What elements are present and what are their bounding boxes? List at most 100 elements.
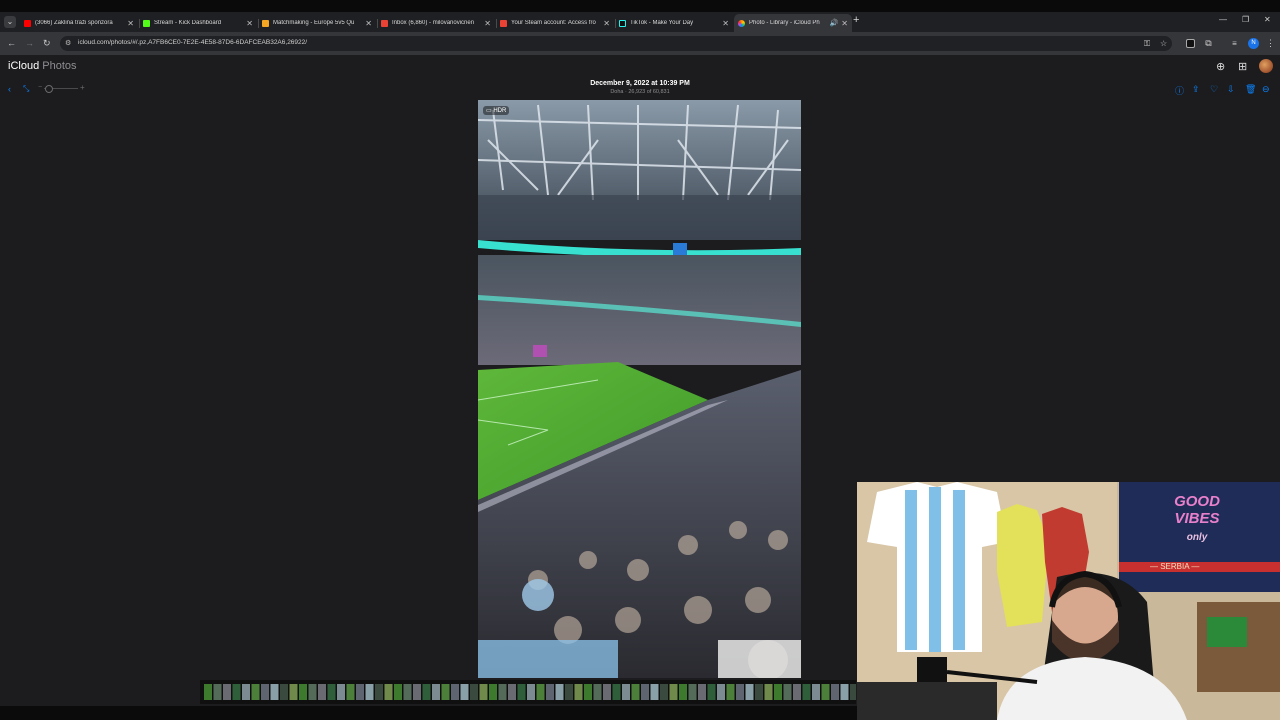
filmstrip-thumbnail[interactable] — [413, 684, 421, 700]
close-tab-icon[interactable]: ✕ — [365, 19, 372, 28]
info-icon[interactable]: ⓘ — [1175, 84, 1184, 97]
filmstrip-thumbnail[interactable] — [517, 684, 526, 700]
filmstrip-thumbnail[interactable] — [736, 684, 744, 700]
tab-faceit[interactable]: Matchmaking - Europe 5v5 Qu ✕ — [258, 14, 376, 32]
photo-viewer-image[interactable] — [478, 100, 801, 678]
filmstrip-thumbnail[interactable] — [536, 684, 545, 700]
filmstrip-thumbnail[interactable] — [384, 684, 393, 700]
filmstrip-thumbnail[interactable] — [375, 684, 383, 700]
filmstrip-thumbnail[interactable] — [812, 684, 820, 700]
bookmark-star-icon[interactable]: ☆ — [1160, 39, 1167, 48]
filmstrip-thumbnail[interactable] — [764, 684, 773, 700]
filmstrip-thumbnail[interactable] — [460, 684, 469, 700]
filmstrip-thumbnail[interactable] — [451, 684, 459, 700]
filmstrip-thumbnail[interactable] — [498, 684, 507, 700]
filmstrip-thumbnail[interactable] — [527, 684, 535, 700]
filmstrip-thumbnail[interactable] — [565, 684, 573, 700]
filmstrip-thumbnail[interactable] — [261, 684, 269, 700]
filmstrip-thumbnail[interactable] — [204, 684, 212, 700]
close-tab-icon[interactable]: ✕ — [127, 19, 134, 28]
filmstrip-thumbnail[interactable] — [403, 684, 412, 700]
download-icon[interactable]: ⇩ — [1227, 84, 1235, 95]
filmstrip-thumbnail[interactable] — [441, 684, 450, 700]
filmstrip-thumbnail[interactable] — [251, 684, 260, 700]
filmstrip-thumbnail[interactable] — [793, 684, 801, 700]
url-field[interactable]: ⚙ icloud.com/photos/#/.pz,A7FB6CE0-7E2E-… — [60, 36, 1172, 51]
filmstrip-thumbnail[interactable] — [612, 684, 621, 700]
filmstrip-thumbnail[interactable] — [622, 684, 630, 700]
forward-icon[interactable]: → — [25, 38, 34, 48]
favorite-heart-icon[interactable]: ♡ — [1210, 84, 1218, 95]
password-key-icon[interactable]: ⚿ — [1144, 39, 1150, 49]
tab-search-button[interactable]: ⌄ — [4, 16, 16, 28]
fit-size-icon[interactable]: ⤡ — [23, 84, 29, 94]
filmstrip-thumbnail[interactable] — [432, 684, 440, 700]
filmstrip-thumbnail[interactable] — [774, 684, 782, 700]
filmstrip-thumbnail[interactable] — [394, 684, 402, 700]
filmstrip-thumbnail[interactable] — [802, 684, 811, 700]
media-control-icon[interactable]: ≡ — [1230, 39, 1239, 48]
filmstrip-thumbnail[interactable] — [289, 684, 298, 700]
filmstrip-thumbnail[interactable] — [346, 684, 355, 700]
reload-icon[interactable]: ↻ — [43, 38, 51, 49]
filmstrip-thumbnail[interactable] — [280, 684, 288, 700]
add-icon[interactable]: ⊕ — [1216, 60, 1225, 73]
tab-gmail-steam[interactable]: Your Steam account: Access fro ✕ — [496, 14, 614, 32]
zoom-out-icon[interactable]: − — [38, 84, 42, 91]
filmstrip-thumbnail[interactable] — [783, 684, 792, 700]
minimize-icon[interactable]: — — [1219, 15, 1227, 24]
filmstrip-thumbnail[interactable] — [365, 684, 374, 700]
filmstrip-thumbnail[interactable] — [270, 684, 279, 700]
filmstrip-thumbnail[interactable] — [508, 684, 516, 700]
filmstrip-thumbnail[interactable] — [745, 684, 754, 700]
filmstrip-thumbnail[interactable] — [669, 684, 678, 700]
filmstrip-thumbnail[interactable] — [356, 684, 364, 700]
app-grid-icon[interactable]: ⊞ — [1238, 60, 1247, 73]
filmstrip[interactable] — [200, 680, 856, 704]
more-options-icon[interactable]: ⊖ — [1262, 84, 1270, 95]
filmstrip-thumbnail[interactable] — [308, 684, 317, 700]
filmstrip-thumbnail[interactable] — [470, 684, 478, 700]
filmstrip-thumbnail[interactable] — [555, 684, 564, 700]
filmstrip-thumbnail[interactable] — [840, 684, 849, 700]
filmstrip-thumbnail[interactable] — [850, 684, 856, 700]
tab-tiktok[interactable]: TikTok - Make Your Day ✕ — [615, 14, 733, 32]
filmstrip-thumbnail[interactable] — [479, 684, 488, 700]
zoom-in-icon[interactable]: + — [80, 83, 85, 92]
speaker-icon[interactable]: 🔊 — [830, 19, 839, 27]
trash-icon[interactable]: 🗑 — [1245, 84, 1256, 95]
account-avatar[interactable] — [1259, 59, 1273, 73]
browser-menu-icon[interactable]: ⋮ — [1266, 38, 1275, 49]
filmstrip-thumbnail[interactable] — [546, 684, 554, 700]
close-tab-icon[interactable]: ✕ — [246, 19, 253, 28]
filmstrip-thumbnail[interactable] — [707, 684, 716, 700]
tab-kick[interactable]: Stream - Kick Dashboard ✕ — [139, 14, 257, 32]
filmstrip-thumbnail[interactable] — [688, 684, 697, 700]
filmstrip-thumbnail[interactable] — [650, 684, 659, 700]
filmstrip-thumbnail[interactable] — [726, 684, 735, 700]
filmstrip-thumbnail[interactable] — [489, 684, 497, 700]
filmstrip-thumbnail[interactable] — [223, 684, 231, 700]
filmstrip-thumbnail[interactable] — [603, 684, 611, 700]
filmstrip-thumbnail[interactable] — [213, 684, 222, 700]
tab-youtube[interactable]: (3066) Žaklina traži sponzora ✕ — [20, 14, 138, 32]
filmstrip-thumbnail[interactable] — [831, 684, 839, 700]
filmstrip-thumbnail[interactable] — [327, 684, 336, 700]
filmstrip-thumbnail[interactable] — [318, 684, 326, 700]
filmstrip-thumbnail[interactable] — [422, 684, 431, 700]
extensions-puzzle-icon[interactable]: ⧉ — [1204, 39, 1213, 48]
filmstrip-thumbnail[interactable] — [660, 684, 668, 700]
filmstrip-thumbnail[interactable] — [337, 684, 345, 700]
restore-icon[interactable]: ❐ — [1242, 15, 1249, 24]
tab-gmail-inbox[interactable]: Inbox (6,860) - milovanovicnen ✕ — [377, 14, 495, 32]
zoom-slider-handle[interactable] — [45, 85, 53, 93]
back-icon[interactable]: ← — [7, 38, 16, 48]
close-window-icon[interactable]: ✕ — [1264, 15, 1271, 24]
filmstrip-thumbnail[interactable] — [679, 684, 687, 700]
site-info-icon[interactable]: ⚙ — [65, 39, 71, 47]
close-tab-icon[interactable]: ✕ — [603, 19, 610, 28]
share-icon[interactable]: ⇪ — [1192, 84, 1200, 95]
filmstrip-thumbnail[interactable] — [593, 684, 602, 700]
filmstrip-thumbnail[interactable] — [242, 684, 250, 700]
close-tab-icon[interactable]: ✕ — [841, 19, 848, 28]
